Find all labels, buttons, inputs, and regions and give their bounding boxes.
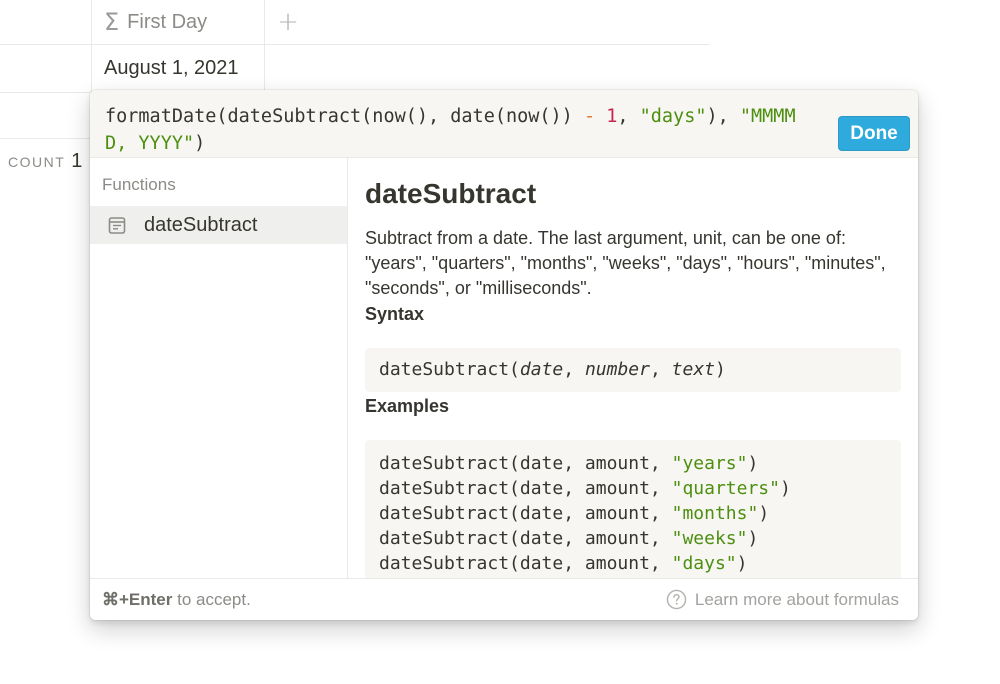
formula-string: "days" (639, 106, 707, 127)
syntax-fn: dateSubtract( (379, 359, 520, 380)
example-call: dateSubtract(date, amount, (379, 453, 672, 474)
formula-popup: formatDate(dateSubtract(now(), date(now(… (90, 90, 918, 620)
sidebar-title: Functions (102, 175, 176, 194)
column-divider (264, 0, 265, 92)
example-unit: "quarters" (671, 478, 780, 499)
accept-hint: ⌘+Enter to accept. (102, 590, 251, 610)
learn-more-link[interactable]: Learn more about formulas (666, 589, 899, 610)
learn-more-label: Learn more about formulas (694, 589, 899, 609)
example-call: dateSubtract(date, amount, (379, 503, 672, 524)
example-close: ) (758, 503, 770, 524)
formula-input[interactable]: formatDate(dateSubtract(now(), date(now(… (105, 103, 825, 157)
doc-description: Subtract from a date. The last argument,… (365, 228, 886, 298)
example-call: dateSubtract(date, amount, (379, 478, 672, 499)
example-unit: "weeks" (671, 528, 748, 549)
help-circle-icon (666, 589, 687, 610)
formula-editor[interactable]: formatDate(dateSubtract(now(), date(now(… (90, 90, 918, 158)
sidebar-item-datesubtract[interactable]: dateSubtract (90, 206, 347, 244)
accept-hint-text: to accept. (172, 589, 251, 609)
shortcut-key: ⌘+Enter (102, 589, 173, 609)
done-button[interactable]: Done (838, 116, 910, 151)
functions-sidebar: Functions dateSubtract (90, 158, 348, 578)
example-unit: "years" (671, 453, 748, 474)
example-unit: "days" (671, 553, 737, 574)
formula-number: 1 (606, 106, 618, 127)
formula-token: formatDate(dateSubtract(now(), date(now(… (105, 106, 584, 127)
table-divider (0, 44, 710, 45)
plus-icon: + (277, 7, 299, 37)
syntax-arg: text (671, 359, 716, 380)
example-line: dateSubtract(date, amount, "weeks") (379, 526, 887, 551)
example-line: dateSubtract(date, amount, "years") (379, 451, 887, 476)
column-header-label: First Day (127, 10, 208, 33)
function-docs-panel: dateSubtract Subtract from a date. The l… (349, 158, 918, 578)
add-column-button[interactable]: + (266, 0, 310, 44)
syntax-close: ) (715, 359, 726, 380)
example-call: dateSubtract(date, amount, (379, 553, 672, 574)
formula-token: ), (706, 106, 740, 127)
table-cell[interactable]: August 1, 2021 (104, 46, 239, 90)
calendar-icon (108, 217, 126, 234)
example-close: ) (747, 528, 759, 549)
syntax-heading: Syntax (365, 304, 425, 324)
count-summary[interactable]: COUNT 1 (8, 150, 82, 173)
examples-heading: Examples (365, 396, 450, 416)
syntax-code-block: dateSubtract(date, number, text) (365, 348, 901, 392)
popup-footer: ⌘+Enter to accept. Learn more about form… (90, 578, 918, 620)
example-unit: "months" (671, 503, 759, 524)
syntax-sep: , (563, 359, 585, 380)
count-label: COUNT (8, 154, 66, 170)
formula-token: , (617, 106, 640, 127)
formula-token (595, 106, 606, 127)
example-line: dateSubtract(date, amount, "days") (379, 551, 887, 576)
doc-title: dateSubtract (365, 178, 537, 209)
column-header-first-day[interactable]: Σ First Day (92, 0, 264, 44)
examples-code-block: dateSubtract(date, amount, "years") date… (365, 440, 901, 578)
sigma-icon: Σ (104, 8, 120, 36)
formula-token: ) (194, 133, 206, 154)
example-close: ) (736, 553, 748, 574)
example-line: dateSubtract(date, amount, "months") (379, 501, 887, 526)
syntax-arg: date (519, 359, 564, 380)
syntax-arg: number (584, 359, 650, 380)
example-close: ) (747, 453, 759, 474)
example-line: dateSubtract(date, amount, "quarters") (379, 476, 887, 501)
sidebar-item-label: dateSubtract (144, 213, 258, 236)
example-close: ) (779, 478, 791, 499)
formula-operator: - (583, 106, 596, 127)
count-value: 1 (71, 150, 83, 172)
example-call: dateSubtract(date, amount, (379, 528, 672, 549)
syntax-sep: , (649, 359, 672, 380)
